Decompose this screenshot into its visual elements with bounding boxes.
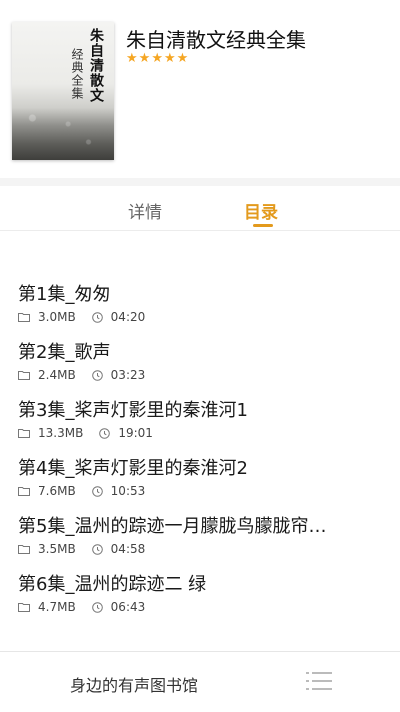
list-item[interactable]: 第5集_温州的踪迹一月朦胧鸟朦胧帘… 3.5MB 04:58 [0, 508, 400, 566]
folder-icon [18, 371, 30, 380]
episode-meta: 4.7MB 06:43 [18, 600, 145, 614]
tab-catalog[interactable]: 目录 [244, 198, 278, 223]
episode-title: 第6集_温州的踪迹二 绿 [18, 574, 207, 595]
episode-size: 3.5MB [38, 542, 76, 556]
episode-size: 13.3MB [38, 426, 84, 440]
clock-icon [91, 369, 103, 381]
clock-icon [99, 427, 111, 439]
cover-ink-artwork [12, 100, 114, 160]
folder-icon [18, 545, 30, 554]
episode-meta: 3.5MB 04:58 [18, 542, 145, 556]
episode-duration: 03:23 [110, 368, 146, 382]
tab-details[interactable]: 详情 [128, 198, 162, 223]
clock-icon [91, 543, 103, 555]
episode-meta: 2.4MB 03:23 [18, 368, 145, 382]
tab-divider [0, 230, 400, 231]
cover-title: 朱自清散文 [88, 28, 104, 103]
star-icon: ★ [138, 51, 151, 66]
list-item[interactable]: 第4集_桨声灯影里的秦淮河2 7.6MB 10:53 [0, 450, 400, 508]
episode-title: 第2集_歌声 [18, 342, 111, 363]
section-separator [0, 178, 400, 186]
bottom-bar: 身边的有声图书馆 [0, 651, 400, 712]
episode-duration: 04:58 [110, 542, 146, 556]
episode-list: 第1集_匆匆 3.0MB 04:20 第2集_歌声 2.4MB 03:23 第3… [0, 276, 400, 624]
folder-icon [18, 603, 30, 612]
episode-meta: 13.3MB 19:01 [18, 426, 153, 440]
clock-icon [91, 311, 103, 323]
episode-duration: 06:43 [110, 600, 146, 614]
folder-icon [18, 487, 30, 496]
episode-meta: 7.6MB 10:53 [18, 484, 145, 498]
list-item[interactable]: 第6集_温州的踪迹二 绿 4.7MB 06:43 [0, 566, 400, 624]
folder-icon [18, 429, 30, 438]
tab-bar: 详情 目录 [0, 186, 400, 230]
list-item[interactable]: 第3集_桨声灯影里的秦淮河1 13.3MB 19:01 [0, 392, 400, 450]
episode-size: 3.0MB [38, 310, 76, 324]
bottom-bar-label: 身边的有声图书馆 [70, 676, 199, 695]
episode-meta: 3.0MB 04:20 [18, 310, 145, 324]
list-item[interactable]: 第1集_匆匆 3.0MB 04:20 [0, 276, 400, 334]
clock-icon [91, 601, 103, 613]
list-item[interactable]: 第2集_歌声 2.4MB 03:23 [0, 334, 400, 392]
star-icon: ★ [176, 51, 189, 66]
book-header: 朱自清散文 经典全集 朱自清散文经典全集 ★ ★ ★ ★ ★ [0, 0, 400, 178]
episode-title: 第5集_温州的踪迹一月朦胧鸟朦胧帘… [18, 516, 327, 537]
episode-title: 第4集_桨声灯影里的秦淮河2 [18, 458, 248, 479]
book-cover[interactable]: 朱自清散文 经典全集 [12, 22, 114, 160]
star-icon: ★ [163, 51, 176, 66]
star-icon: ★ [126, 51, 138, 66]
episode-duration: 19:01 [118, 426, 153, 440]
episode-duration: 04:20 [110, 310, 146, 324]
folder-icon [18, 313, 30, 322]
book-title: 朱自清散文经典全集 [126, 28, 306, 52]
episode-size: 4.7MB [38, 600, 76, 614]
episode-title: 第1集_匆匆 [18, 284, 111, 305]
cover-subtitle: 经典全集 [70, 48, 84, 100]
clock-icon [91, 485, 103, 497]
episode-size: 2.4MB [38, 368, 76, 382]
episode-size: 7.6MB [38, 484, 76, 498]
rating-stars: ★ ★ ★ ★ ★ [126, 52, 188, 66]
list-menu-icon[interactable] [306, 670, 332, 692]
star-icon: ★ [151, 51, 163, 66]
episode-duration: 10:53 [110, 484, 146, 498]
active-tab-indicator [253, 224, 273, 227]
episode-title: 第3集_桨声灯影里的秦淮河1 [18, 400, 248, 421]
